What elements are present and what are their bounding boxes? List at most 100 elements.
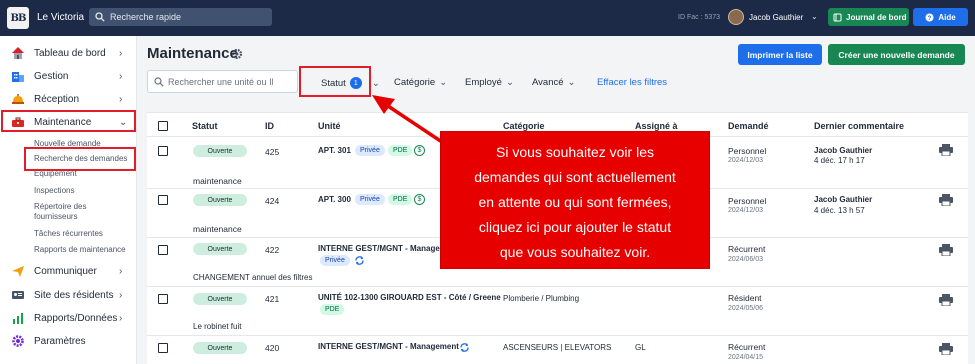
chevron-right-icon: › bbox=[119, 70, 123, 82]
sidebar: Tableau de bord › Gestion › Réception › … bbox=[0, 36, 137, 364]
chevron-right-icon: › bbox=[119, 47, 123, 59]
filter-employe[interactable]: Employé ⌄ bbox=[465, 77, 514, 88]
avatar[interactable] bbox=[728, 9, 744, 25]
sidebar-subitem-inspections[interactable]: Inspections bbox=[34, 186, 74, 195]
request-id: 424 bbox=[265, 196, 280, 206]
print-list-button[interactable]: Imprimer la liste bbox=[738, 44, 822, 65]
user-name[interactable]: Jacob Gauthier bbox=[749, 13, 803, 22]
column-header-unite[interactable]: Unité bbox=[318, 121, 341, 131]
chevron-down-icon: ⌄ bbox=[567, 77, 576, 88]
gear-icon[interactable] bbox=[231, 48, 243, 60]
top-bar: BB Le Victoria Recherche rapide ID Fac :… bbox=[0, 0, 975, 36]
building-icon bbox=[10, 68, 26, 84]
chevron-down-icon: ⌄ bbox=[371, 77, 380, 89]
tag-privee: Privée bbox=[355, 194, 385, 205]
request-description: CHANGEMENT annuel des filtres bbox=[193, 273, 313, 282]
annotation-highlight-maintenance bbox=[1, 110, 136, 132]
chevron-down-icon[interactable]: ⌄ bbox=[811, 12, 818, 21]
callout-line: que vous souhaitez voir. bbox=[499, 244, 651, 260]
column-header-dernier-commentaire[interactable]: Dernier commentaire bbox=[814, 121, 904, 131]
filter-employe-label: Employé bbox=[465, 77, 502, 88]
app-logo[interactable]: BB bbox=[7, 7, 29, 29]
row-checkbox[interactable] bbox=[158, 245, 168, 255]
clear-filters-link[interactable]: Effacer les filtres bbox=[597, 77, 667, 88]
annotation-highlight-statut bbox=[299, 66, 371, 97]
column-header-assigne[interactable]: Assigné à bbox=[635, 121, 678, 131]
sidebar-item-communiquer[interactable]: Communiquer › bbox=[0, 260, 137, 282]
unit-name[interactable]: APT. 301 bbox=[318, 146, 351, 155]
sidebar-item-reports-data[interactable]: Rapports/Données › bbox=[0, 307, 137, 329]
annotation-callout: Si vous souhaitez voir les demandes qui … bbox=[440, 131, 710, 269]
row-checkbox[interactable] bbox=[158, 294, 168, 304]
request-id: 422 bbox=[265, 245, 280, 255]
recurring-icon bbox=[460, 343, 469, 352]
home-icon bbox=[10, 45, 26, 61]
comment-author: Jacob Gauthier bbox=[814, 195, 873, 204]
sidebar-subitem-supplier-directory-2[interactable]: fournisseurs bbox=[34, 212, 78, 221]
column-header-statut[interactable]: Statut bbox=[192, 121, 218, 131]
create-request-button[interactable]: Créer une nouvelle demande bbox=[828, 44, 965, 65]
filter-avance-label: Avancé bbox=[532, 77, 564, 88]
annotation-highlight-search-requests bbox=[24, 147, 136, 171]
status-badge: Ouverte bbox=[193, 145, 247, 157]
printer-icon[interactable] bbox=[939, 294, 953, 306]
status-badge: Ouverte bbox=[193, 293, 247, 305]
chevron-right-icon: › bbox=[119, 265, 123, 277]
printer-icon[interactable] bbox=[939, 343, 953, 355]
unit-name[interactable]: APT. 300 bbox=[318, 195, 351, 204]
sidebar-item-resident-site[interactable]: Site des résidents › bbox=[0, 284, 137, 306]
unit-name[interactable]: INTERNE GEST/MGNT - Management bbox=[318, 342, 459, 351]
help-icon: ? bbox=[925, 13, 934, 22]
sidebar-subitem-recurring-tasks[interactable]: Tâches récurrentes bbox=[34, 229, 103, 238]
send-icon bbox=[10, 263, 26, 279]
chart-icon bbox=[10, 310, 26, 326]
sidebar-subitem-maintenance-reports[interactable]: Rapports de maintenance bbox=[34, 245, 126, 254]
search-icon bbox=[95, 12, 105, 22]
column-header-categorie[interactable]: Catégorie bbox=[503, 121, 545, 131]
quick-search-input[interactable]: Recherche rapide bbox=[89, 8, 272, 26]
filter-categorie[interactable]: Catégorie ⌄ bbox=[394, 77, 447, 88]
unit-name[interactable]: UNITÉ 102-1300 GIROUARD EST - Côté / Gre… bbox=[318, 293, 501, 302]
row-checkbox[interactable] bbox=[158, 343, 168, 353]
status-badge: Ouverte bbox=[193, 194, 247, 206]
category: Plomberie / Plumbing bbox=[503, 294, 580, 303]
journal-button[interactable]: Journal de bord bbox=[828, 8, 909, 26]
sidebar-item-dashboard[interactable]: Tableau de bord › bbox=[0, 42, 137, 64]
sidebar-item-label: Rapports/Données bbox=[34, 312, 118, 324]
request-description: maintenance bbox=[193, 224, 242, 234]
book-icon bbox=[833, 13, 842, 21]
request-id: 425 bbox=[265, 147, 280, 157]
svg-text:?: ? bbox=[928, 16, 932, 22]
sidebar-item-gestion[interactable]: Gestion › bbox=[0, 65, 137, 87]
row-checkbox[interactable] bbox=[158, 146, 168, 156]
tag-pde: PDE bbox=[388, 194, 413, 205]
tag-privee: Privée bbox=[320, 255, 350, 266]
callout-line: en attente ou qui sont fermées, bbox=[478, 194, 672, 210]
unit-search-input[interactable]: Rechercher une unité ou Il bbox=[147, 70, 298, 93]
tag-pde: PDE bbox=[388, 145, 413, 156]
sidebar-item-settings[interactable]: Paramètres bbox=[0, 330, 137, 352]
select-all-checkbox[interactable] bbox=[158, 121, 168, 131]
journal-button-label: Journal de bord bbox=[846, 12, 907, 22]
status-badge: Ouverte bbox=[193, 342, 247, 354]
sidebar-subitem-supplier-directory[interactable]: Répertoire des bbox=[34, 202, 86, 211]
requested-by: Récurrent bbox=[728, 244, 766, 254]
help-button-label: Aide bbox=[938, 12, 956, 22]
chevron-right-icon: › bbox=[119, 289, 123, 301]
printer-icon[interactable] bbox=[939, 244, 953, 256]
sidebar-item-label: Gestion bbox=[34, 70, 69, 82]
row-divider bbox=[147, 286, 968, 287]
printer-icon[interactable] bbox=[939, 194, 953, 206]
row-checkbox[interactable] bbox=[158, 195, 168, 205]
help-button[interactable]: ? Aide bbox=[913, 8, 968, 26]
printer-icon[interactable] bbox=[939, 144, 953, 156]
tag-pde: PDE bbox=[320, 304, 345, 315]
gear-icon bbox=[10, 333, 26, 349]
chevron-down-icon: ⌄ bbox=[439, 77, 448, 88]
requested-date: 2024/05/06 bbox=[728, 305, 764, 312]
column-header-id[interactable]: ID bbox=[265, 121, 274, 131]
unit-name[interactable]: INTERNE GEST/MGNT - Managem bbox=[318, 244, 447, 253]
sidebar-item-reception[interactable]: Réception › bbox=[0, 88, 137, 110]
filter-avance[interactable]: Avancé ⌄ bbox=[532, 77, 575, 88]
column-header-demande[interactable]: Demandé bbox=[728, 121, 769, 131]
